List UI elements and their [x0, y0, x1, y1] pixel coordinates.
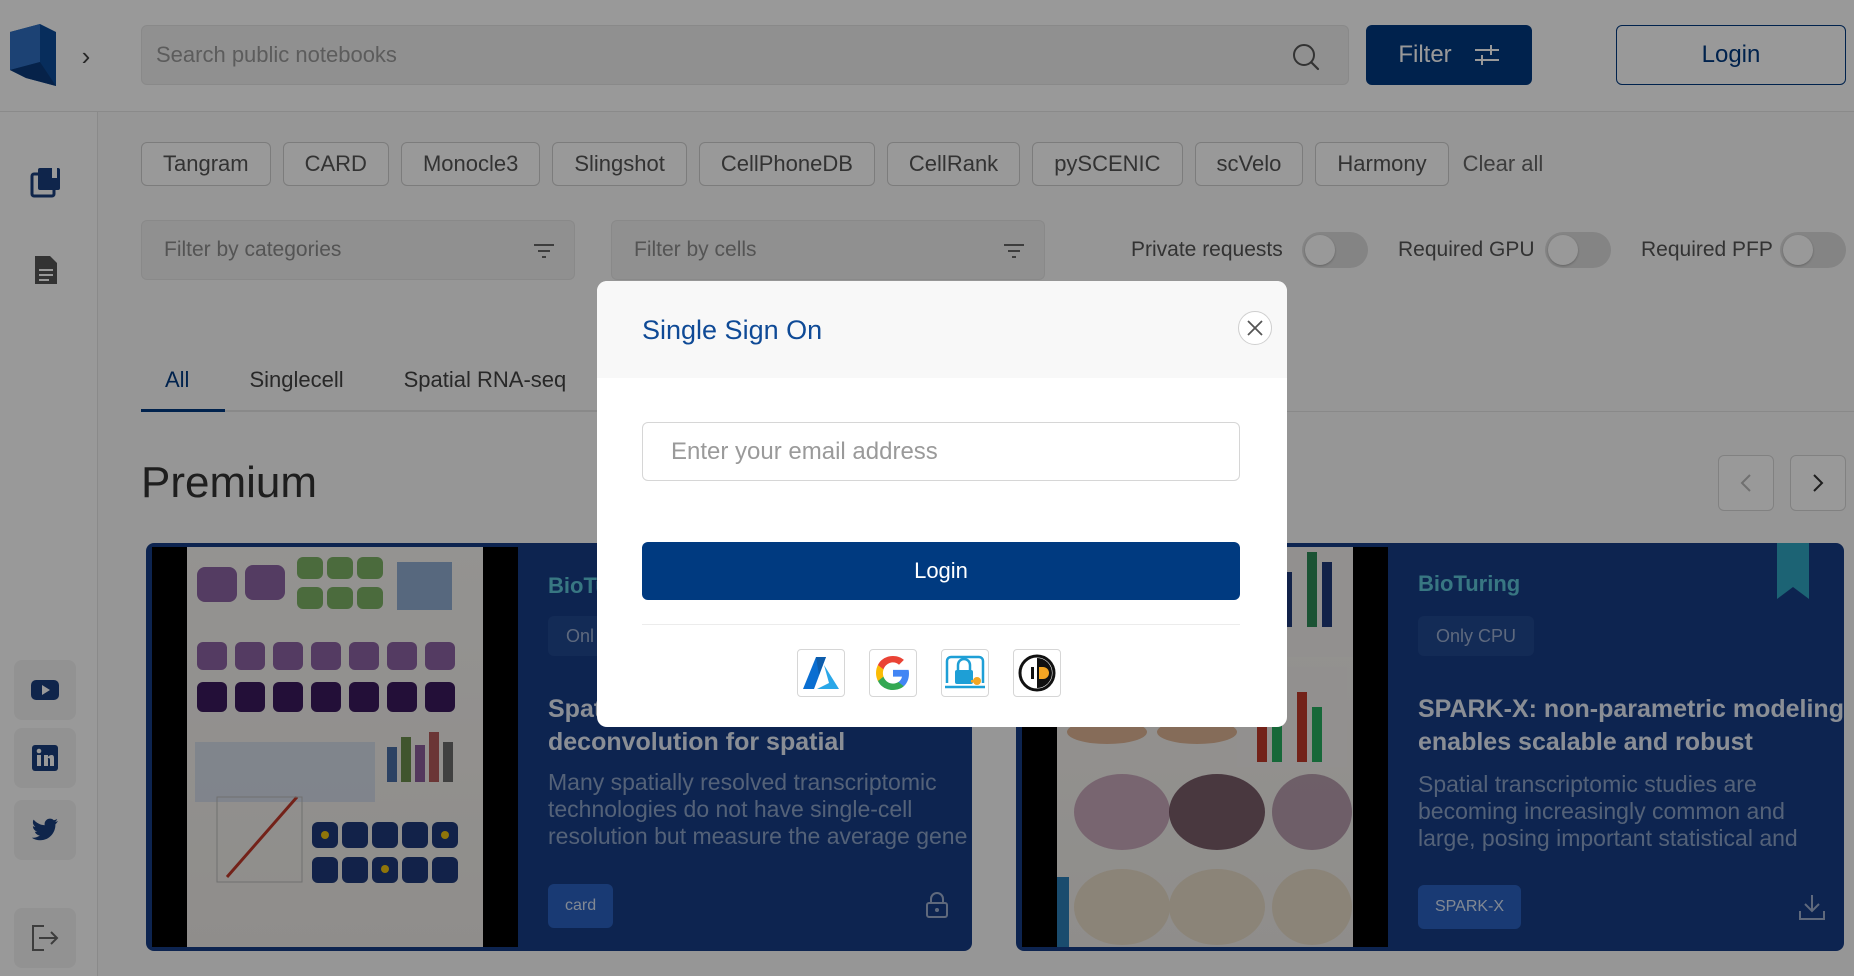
azure-login-button[interactable] — [797, 649, 845, 697]
google-icon — [876, 656, 909, 690]
secure-key-login-button[interactable] — [941, 649, 989, 697]
sso-modal: Single Sign On Login — [597, 281, 1287, 727]
orcid-login-button[interactable] — [1013, 649, 1061, 697]
close-icon — [1247, 320, 1263, 336]
modal-divider — [642, 624, 1240, 625]
email-field[interactable] — [642, 422, 1240, 481]
close-button[interactable] — [1238, 311, 1272, 345]
lock-key-icon — [945, 655, 985, 689]
azure-icon — [803, 657, 839, 689]
modal-title: Single Sign On — [642, 315, 823, 345]
sso-login-button[interactable]: Login — [642, 542, 1240, 600]
orcid-icon — [1018, 654, 1056, 692]
sso-providers — [797, 649, 1061, 697]
google-login-button[interactable] — [869, 649, 917, 697]
